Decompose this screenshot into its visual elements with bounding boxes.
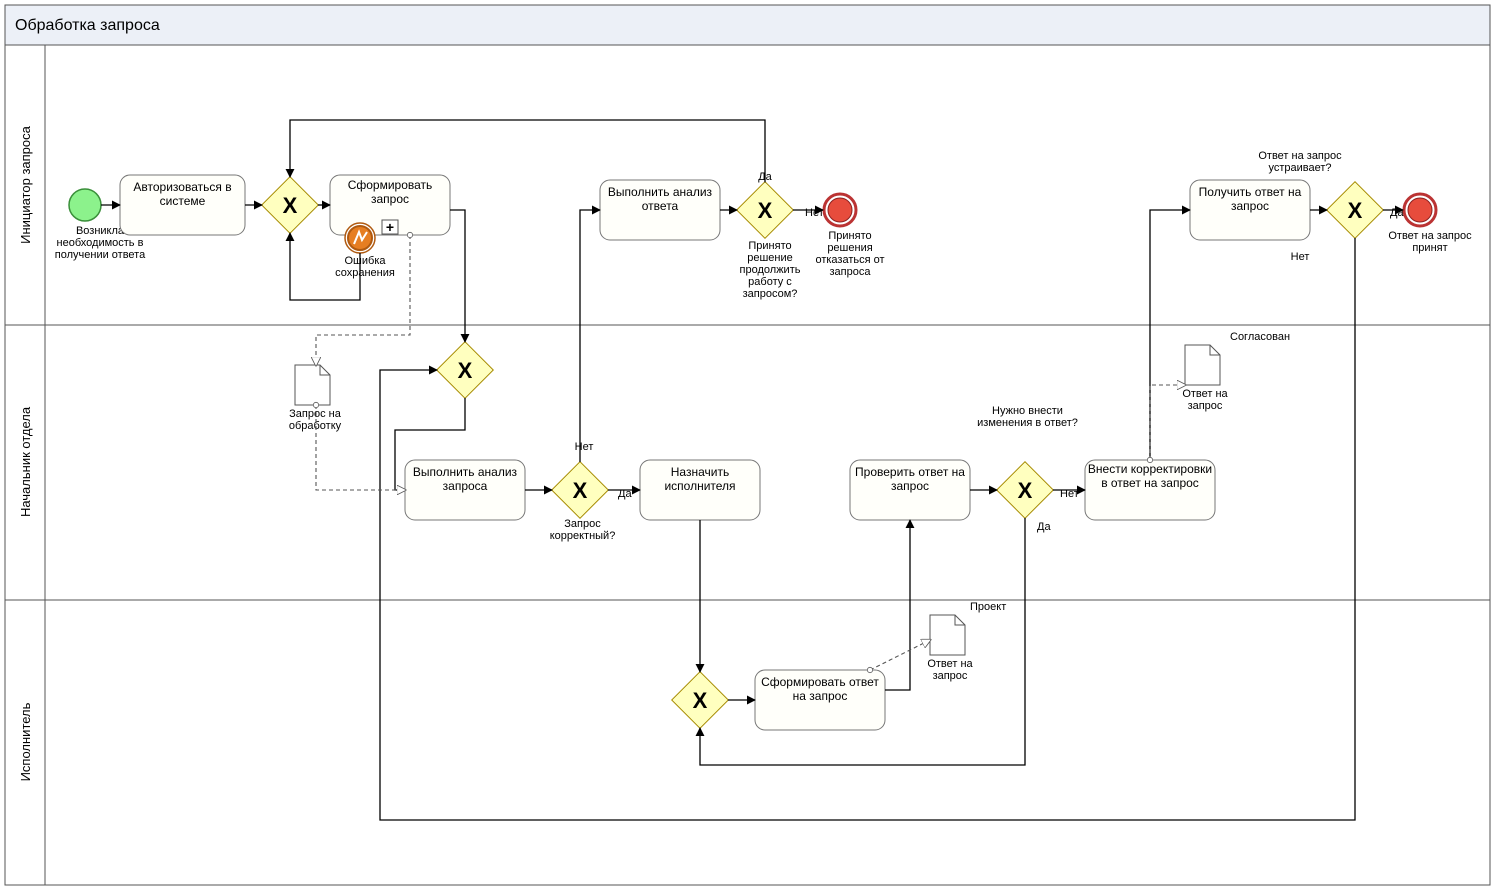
svg-text:X: X: [458, 358, 473, 383]
bpmn-diagram: Обработка запроса Инициатор запроса Нача…: [0, 0, 1497, 891]
pool-title-text: Обработка запроса: [15, 17, 160, 34]
gw-changes-label: Нужно внести изменения в ответ?: [975, 405, 1080, 429]
task-check-answer-label: Проверить ответ на запрос: [850, 465, 970, 493]
start-event: [69, 189, 101, 221]
doc-project: [930, 615, 965, 655]
end-event-refuse: [824, 194, 856, 226]
gw-correct-label: Запрос корректный?: [540, 518, 625, 542]
gw-satisfied-yes: Да: [1390, 207, 1404, 219]
gw-continue-label: Принято решение продолжить работу с запр…: [725, 240, 815, 300]
doc-project-label: Ответ на запрос: [910, 658, 990, 682]
lane-2-label: Начальник отдела: [18, 406, 33, 517]
gw-correct-no: Нет: [575, 441, 594, 453]
lane-3-label: Исполнитель: [18, 702, 33, 781]
doc-approved-label: Ответ на запрос: [1165, 388, 1245, 412]
end-event-refuse-label: Принято решения отказаться от запроса: [805, 230, 895, 278]
gw-continue-no: Нет: [805, 207, 824, 219]
doc-approved-status: Согласован: [1230, 331, 1290, 343]
doc-request: [295, 365, 330, 405]
lane-1-label: Инициатор запроса: [18, 125, 33, 244]
task-corrections-label: Внести корректировки в ответ на запрос: [1085, 462, 1215, 490]
svg-text:+: +: [386, 219, 394, 235]
doc-request-label: Запрос на обработку: [270, 408, 360, 432]
gw-satisfied-label: Ответ на запрос устраивает?: [1235, 150, 1365, 174]
svg-text:X: X: [693, 688, 708, 713]
doc-approved: [1185, 345, 1220, 385]
task-auth-label: Авторизоваться в системе: [120, 180, 245, 208]
svg-text:X: X: [283, 193, 298, 218]
svg-text:X: X: [1348, 198, 1363, 223]
error-event-label: Ошибка сохранения: [325, 255, 405, 279]
task-assign-label: Назначить исполнителя: [640, 465, 760, 493]
svg-text:X: X: [1018, 478, 1033, 503]
task-analyze-request-label: Выполнить анализ запроса: [405, 465, 525, 493]
svg-text:X: X: [573, 478, 588, 503]
end-event-accept-label: Ответ на запрос принят: [1385, 230, 1475, 254]
doc-project-status: Проект: [970, 601, 1006, 613]
error-boundary-event: [345, 223, 375, 253]
task-form-answer-label: Сформировать ответ на запрос: [755, 675, 885, 703]
lane-2: [45, 325, 1490, 600]
pool-header: [5, 5, 1490, 45]
task-analyze-answer-label: Выполнить анализ ответа: [600, 185, 720, 213]
gw-changes-yes: Да: [1037, 521, 1051, 533]
task-form-request-label: Сформировать запрос: [330, 178, 450, 206]
gw-satisfied-no: Нет: [1291, 251, 1310, 263]
svg-text:X: X: [758, 198, 773, 223]
end-event-accept: [1404, 194, 1436, 226]
lane-3: [45, 600, 1490, 885]
task-receive-answer-label: Получить ответ на запрос: [1190, 185, 1310, 213]
